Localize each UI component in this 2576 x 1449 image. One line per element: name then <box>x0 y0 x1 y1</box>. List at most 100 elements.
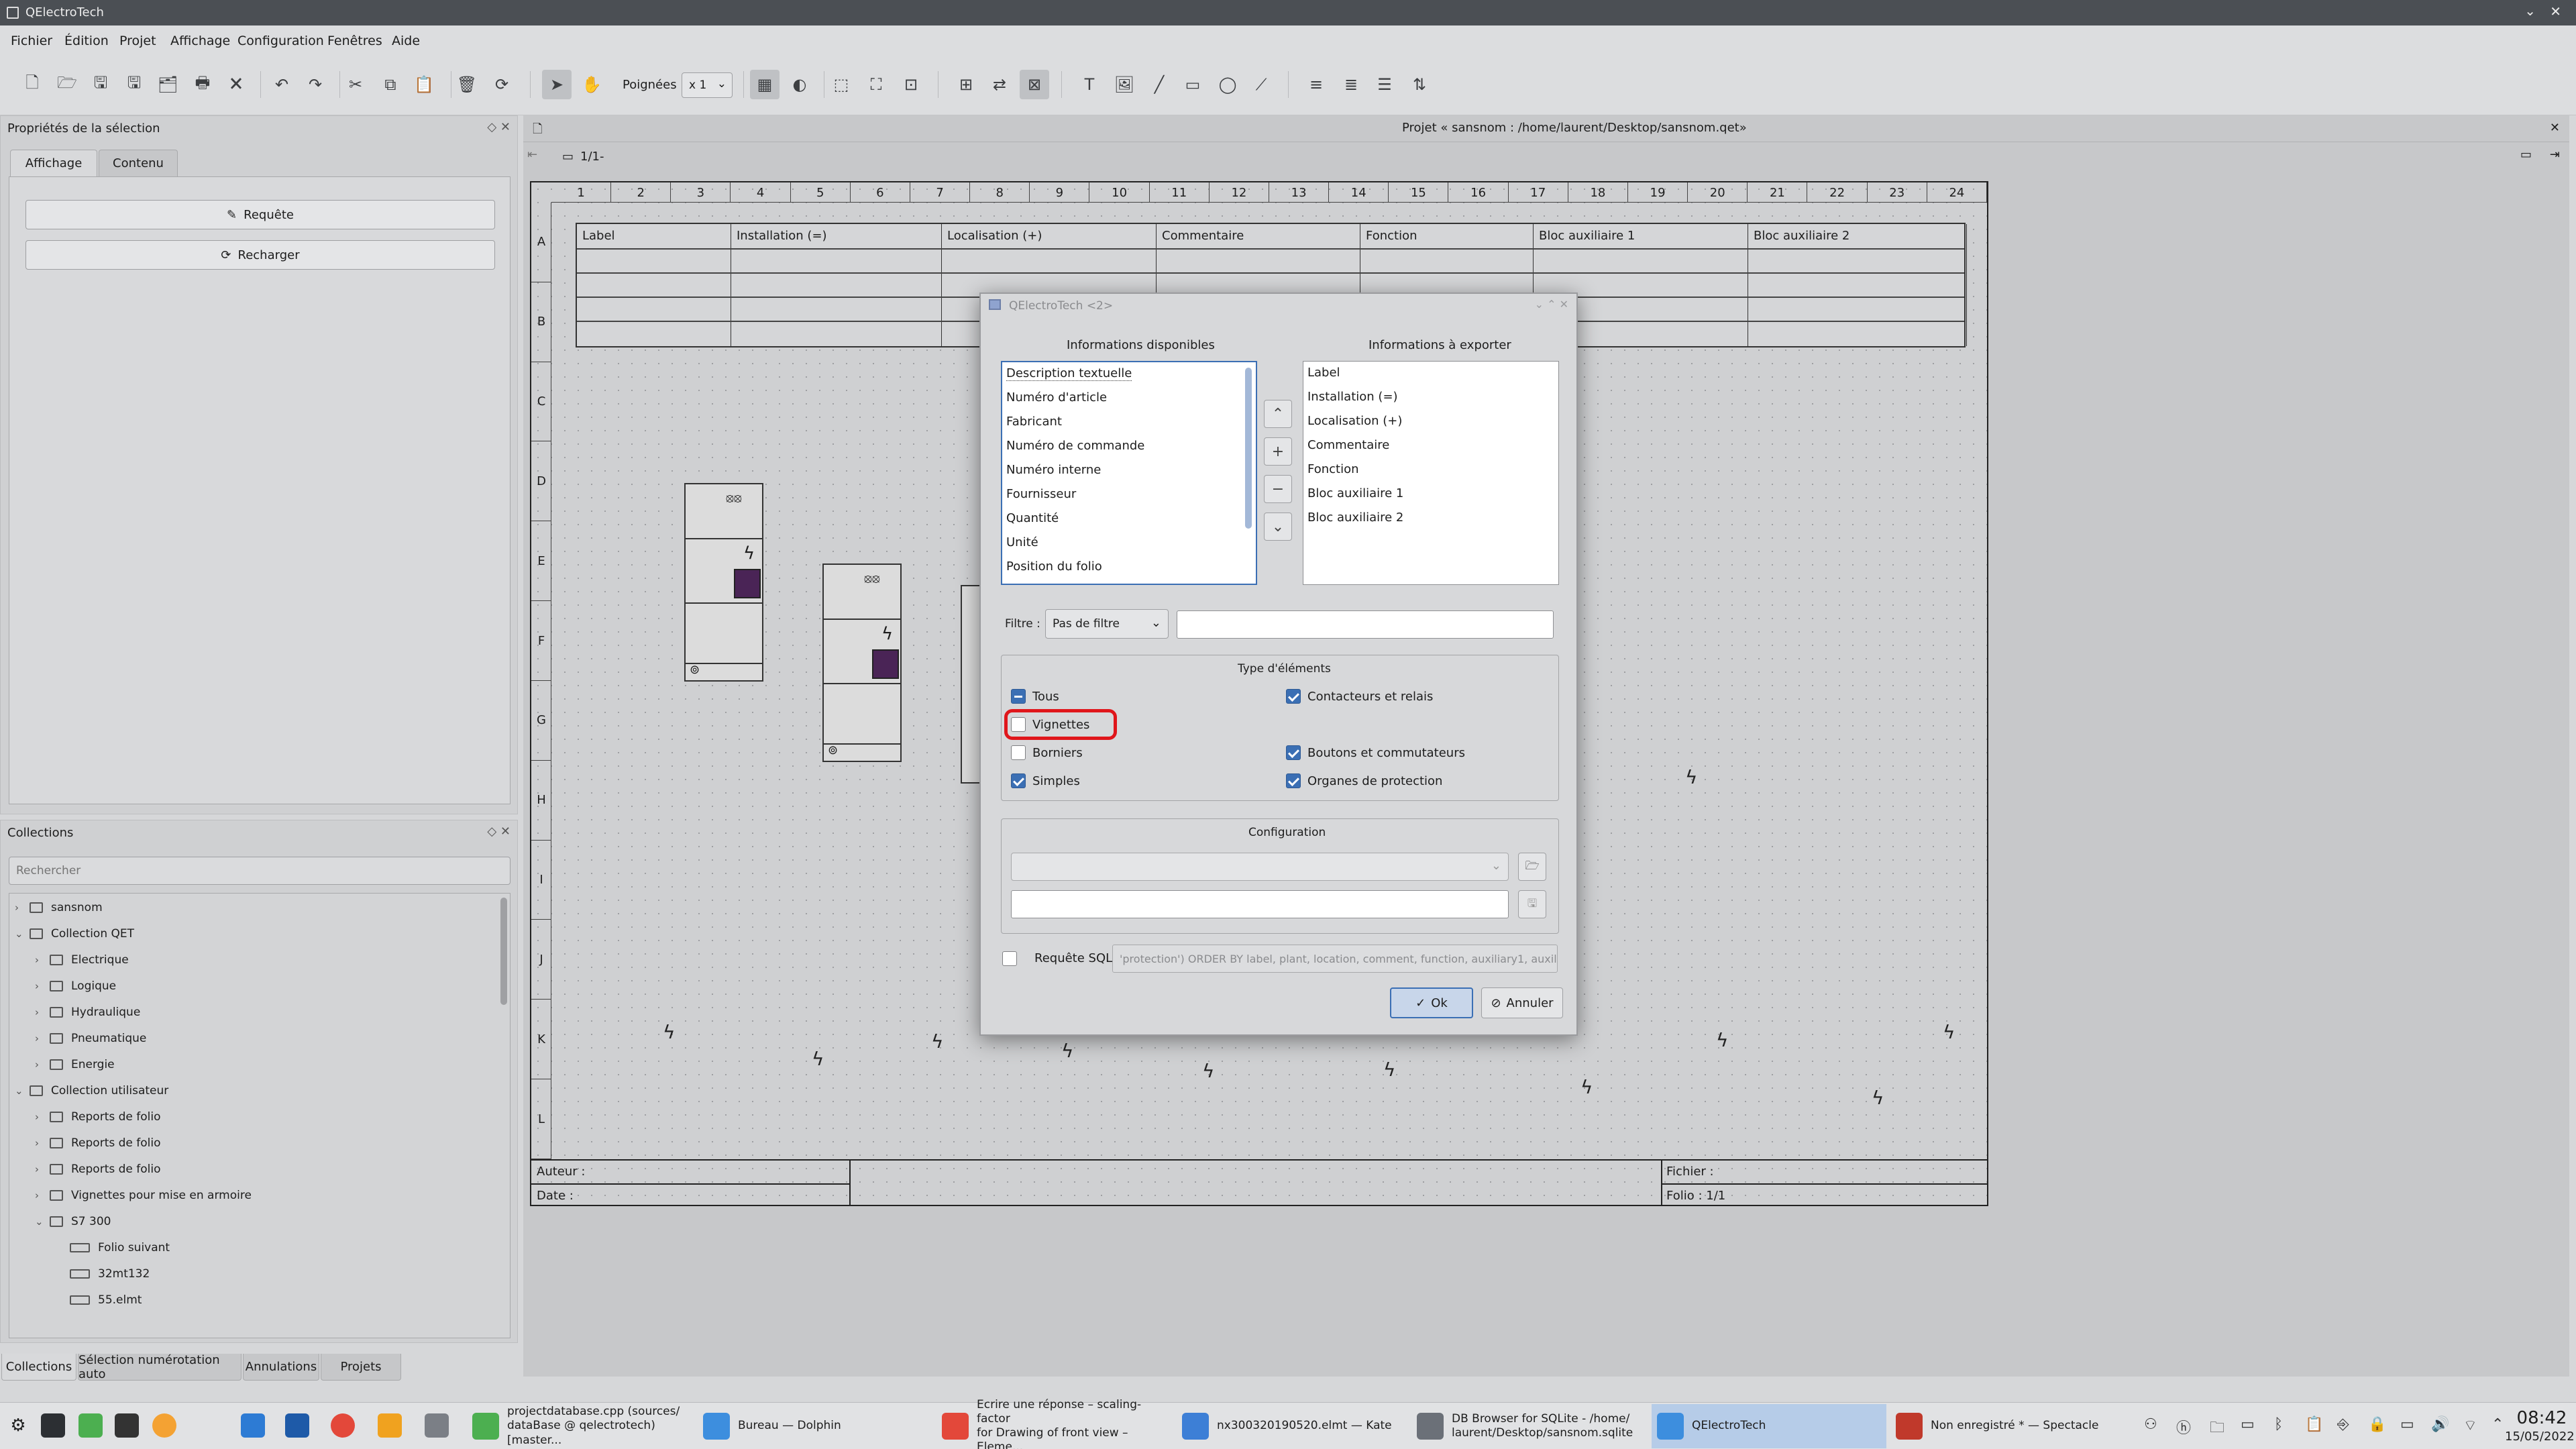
terminal-icon[interactable] <box>38 1408 68 1443</box>
protection-checkbox[interactable] <box>1286 773 1301 788</box>
conductor-marker[interactable]: ϟ <box>1061 1040 1073 1062</box>
export-info-item[interactable]: Localisation (+) <box>1307 414 1402 428</box>
contactors-checkbox[interactable] <box>1286 689 1301 704</box>
conductor-marker[interactable]: ϟ <box>1872 1087 1884 1109</box>
calculator-icon[interactable] <box>111 1408 142 1443</box>
export-info-item[interactable]: Bloc auxiliaire 2 <box>1307 511 1403 525</box>
app-launcher-icon[interactable]: ⚙ <box>3 1408 34 1443</box>
tree-scrollbar[interactable] <box>500 898 507 1005</box>
tree-item[interactable]: › Energie <box>35 1052 115 1077</box>
zoom-fit-icon[interactable]: ⛶ <box>861 70 891 99</box>
distribute-icon[interactable]: ☰ <box>1370 70 1399 99</box>
redo-icon[interactable]: ↷ <box>301 70 330 99</box>
copy-icon[interactable]: ⧉ <box>376 70 405 99</box>
tray-display-icon[interactable]: ▭ <box>2241 1416 2255 1433</box>
export-info-item[interactable]: Commentaire <box>1307 438 1389 452</box>
collections-tree[interactable]: › sansnom ⌄ Collection QET › Electrique › Logiq… <box>9 893 511 1338</box>
menu-fenetres[interactable]: Fenêtres <box>327 34 382 48</box>
taskbar-task[interactable]: DB Browser for SQLite - /home/laurent/De… <box>1411 1404 1641 1448</box>
print-icon[interactable]: 🖶 <box>188 70 217 99</box>
tree-item[interactable]: ⌄ S7 300 <box>35 1209 111 1234</box>
vm-icon[interactable] <box>421 1408 452 1443</box>
tray-usb-icon[interactable]: ⎆ <box>2337 1416 2349 1433</box>
conductor-marker[interactable]: ϟ <box>1580 1076 1593 1098</box>
breaker-element[interactable]: ⦻⦻ ϟ ⊚ <box>822 564 902 762</box>
auto-conductor-icon[interactable]: ⊠ <box>1020 70 1049 99</box>
buttons-checkbox[interactable] <box>1286 745 1301 760</box>
collapsed-arrow-icon[interactable]: › <box>35 1137 50 1149</box>
tray-hp-icon[interactable]: ⓗ <box>2176 1416 2191 1438</box>
tab-contenu[interactable]: Contenu <box>99 150 178 176</box>
collapsed-arrow-icon[interactable]: › <box>15 902 30 914</box>
conductor-marker[interactable]: ϟ <box>1943 1021 1955 1043</box>
collapsed-arrow-icon[interactable]: › <box>35 954 50 966</box>
menu-edition[interactable]: Édition <box>64 34 109 48</box>
chrome-icon[interactable] <box>327 1408 358 1443</box>
handles-combo[interactable]: x 1 ⌄ <box>682 72 733 98</box>
tree-item[interactable]: › sansnom <box>15 895 103 920</box>
remove-button[interactable]: − <box>1264 475 1292 503</box>
available-info-item[interactable]: Numéro d'article <box>1006 390 1107 405</box>
cancel-button[interactable]: ⊘ Annuler <box>1481 987 1563 1018</box>
available-info-item[interactable]: Numéro de commande <box>1006 439 1144 453</box>
open-config-button[interactable]: 🗁 <box>1518 853 1546 881</box>
available-info-item[interactable]: Quantité <box>1006 511 1059 525</box>
filter-text-input[interactable] <box>1177 610 1554 639</box>
expanded-arrow-icon[interactable]: ⌄ <box>15 1085 30 1097</box>
add-line-icon[interactable]: ╱ <box>1144 70 1174 99</box>
align-center-icon[interactable]: ≣ <box>1336 70 1366 99</box>
available-info-item[interactable]: Unité <box>1006 535 1038 549</box>
export-info-item[interactable]: Fonction <box>1307 462 1359 476</box>
pan-tool-icon[interactable]: ✋ <box>577 70 606 99</box>
collapsed-arrow-icon[interactable]: › <box>35 1163 50 1175</box>
tray-bluetooth-icon[interactable]: ᛒ <box>2274 1416 2283 1433</box>
new-project-icon[interactable]: 🗋 <box>17 70 47 99</box>
list-scrollbar[interactable] <box>1245 368 1252 529</box>
filter-combo[interactable]: Pas de filtre ⌄ <box>1045 609 1169 639</box>
dialog-window-controls-icon[interactable]: ⌄ ⌃ ✕ <box>1535 298 1568 311</box>
tree-item[interactable]: › Vignettes pour mise en armoire <box>35 1183 252 1208</box>
conductor-marker[interactable]: ϟ <box>1685 766 1697 788</box>
expanded-arrow-icon[interactable]: ⌄ <box>15 928 30 940</box>
tray-clipboard-icon[interactable]: 📋 <box>2305 1416 2323 1433</box>
available-info-item[interactable]: Position du folio <box>1006 559 1102 574</box>
taskbar-task[interactable]: QElectroTech <box>1652 1404 1886 1448</box>
chat-icon[interactable] <box>237 1408 268 1443</box>
clock-time[interactable]: 08:42 <box>2512 1408 2572 1428</box>
available-info-item[interactable]: Fabricant <box>1006 415 1062 429</box>
menu-configuration[interactable]: Configuration <box>237 34 324 48</box>
taskbar-task[interactable]: Bureau — Dolphin <box>698 1404 926 1448</box>
add-text-icon[interactable]: T <box>1075 70 1104 99</box>
paste-icon[interactable]: 📋 <box>409 70 439 99</box>
conductor-marker[interactable]: ϟ <box>663 1021 675 1043</box>
minimize-icon[interactable]: ⌄ <box>2524 3 2536 19</box>
save-config-button[interactable]: 🖫 <box>1518 890 1546 918</box>
folio-tab[interactable]: ▭ 1/1- <box>557 145 632 168</box>
tree-item[interactable]: › Hydraulique <box>35 1000 140 1025</box>
collapsed-arrow-icon[interactable]: › <box>35 1006 50 1018</box>
sort-icon[interactable]: ⇅ <box>1405 70 1434 99</box>
tree-item[interactable]: ⌄ Collection utilisateur <box>15 1078 168 1104</box>
simple-checkbox[interactable] <box>1011 773 1026 788</box>
conductor-marker[interactable]: ϟ <box>1383 1059 1395 1081</box>
folio-list-icon[interactable]: ▭ <box>2520 148 2532 162</box>
tree-item[interactable]: Folio suivant <box>55 1235 170 1260</box>
query-button[interactable]: ✎ Requête <box>25 200 495 229</box>
delete-icon[interactable]: 🗑 <box>452 70 482 99</box>
tray-wifi-icon[interactable]: ⌔ <box>2463 1416 2477 1435</box>
export-info-item[interactable]: Installation (=) <box>1307 390 1398 404</box>
undo-icon[interactable]: ↶ <box>267 70 297 99</box>
conductor-marker[interactable]: ϟ <box>1716 1029 1728 1051</box>
save-icon[interactable]: 🖫 <box>86 70 115 99</box>
sql-query-checkbox[interactable] <box>1002 951 1017 966</box>
menu-fichier[interactable]: Fichier <box>11 34 52 48</box>
project-close-icon[interactable]: ✕ <box>2550 121 2560 135</box>
ok-button[interactable]: ✓ Ok <box>1390 987 1473 1018</box>
taskbar-task[interactable]: nx300320190520.elmt — Kate <box>1177 1404 1401 1448</box>
collapsed-arrow-icon[interactable]: › <box>35 1189 50 1201</box>
dock-float-close-icon[interactable]: ◇ ✕ <box>487 120 511 134</box>
export-icon[interactable]: 🗂 <box>153 70 182 99</box>
move-down-button[interactable]: ⌄ <box>1264 513 1292 541</box>
add-rectangle-icon[interactable]: ▭ <box>1178 70 1208 99</box>
tree-item[interactable]: › Reports de folio <box>35 1130 161 1156</box>
